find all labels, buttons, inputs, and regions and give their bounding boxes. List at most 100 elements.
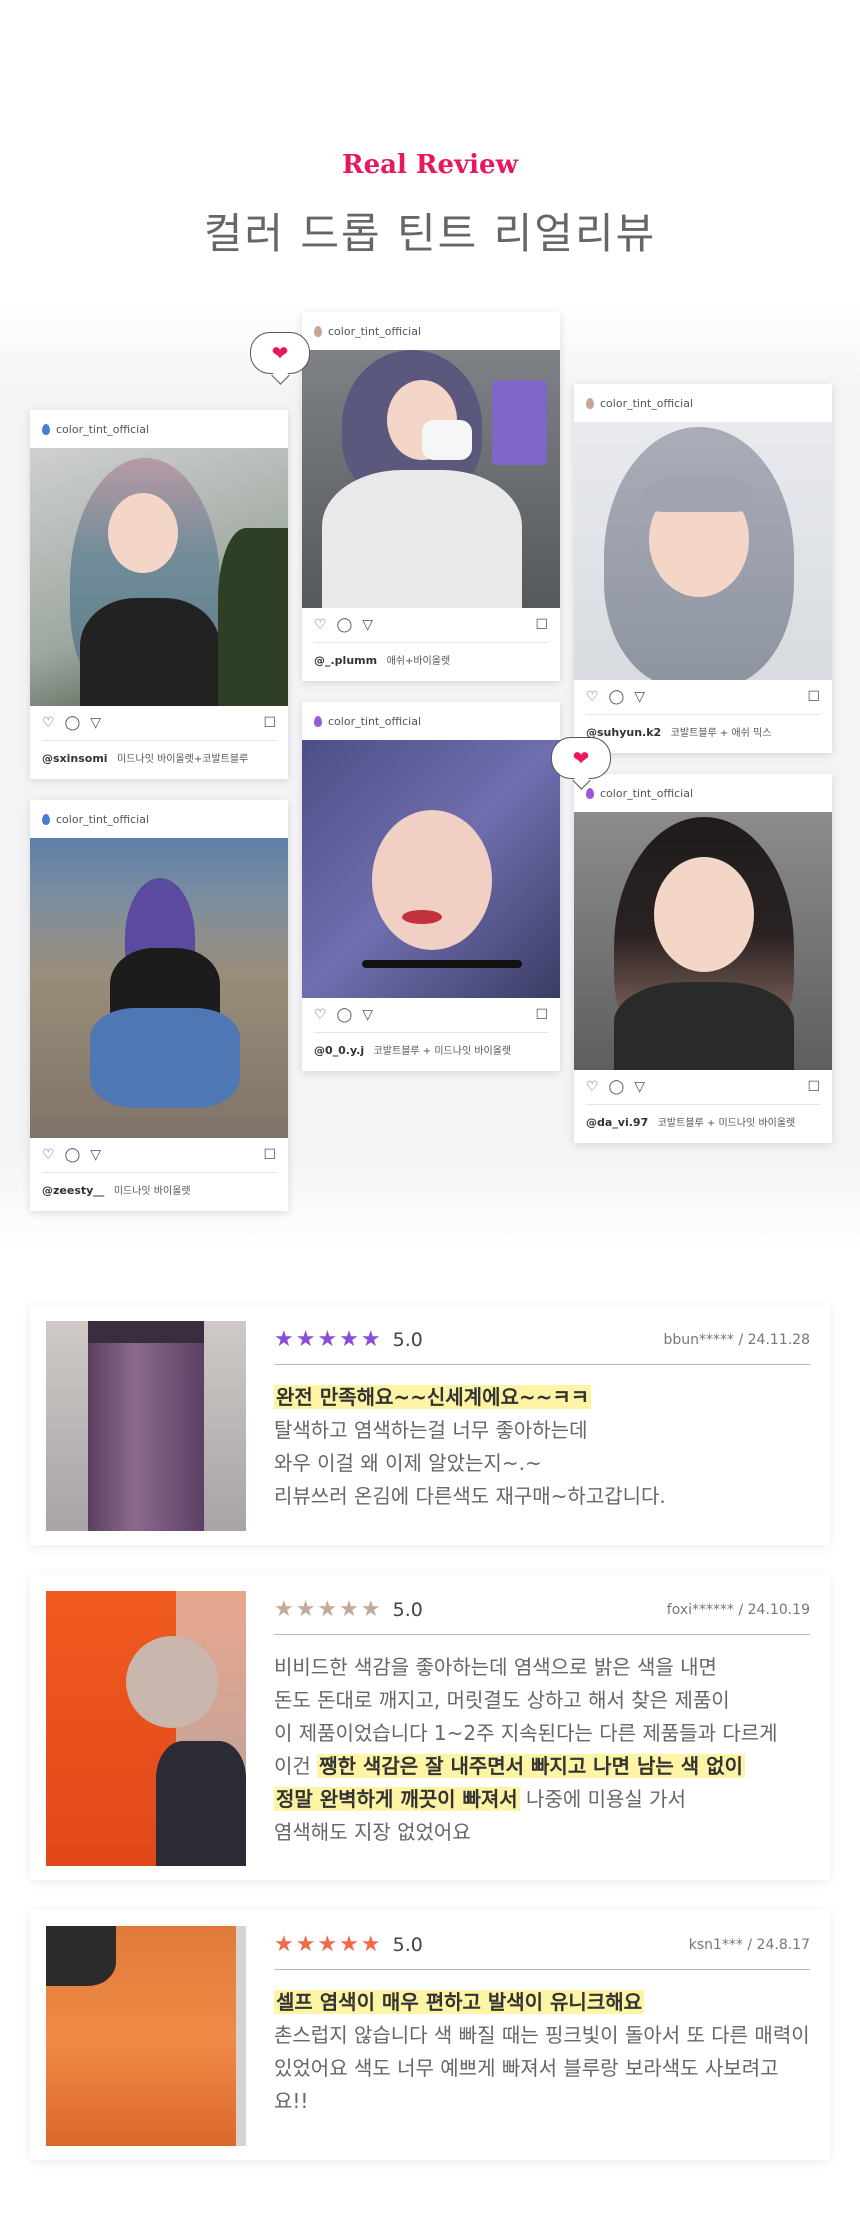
review-card: ★★★★★ 5.0 bbun***** / 24.11.28 완전 만족해요~~…	[30, 1305, 830, 1545]
comment-icon[interactable]: ◯	[609, 1079, 625, 1095]
post-caption: @0_0.y.j 코발트블루 + 미드나잇 바이올렛	[314, 1032, 548, 1071]
post-photo	[302, 350, 560, 608]
review-header: ★★★★★ 5.0 foxi****** / 24.10.19	[274, 1597, 810, 1635]
post-actions: ♡ ◯ ▽ ☐	[574, 680, 832, 714]
post-header: color_tint_official	[574, 384, 832, 422]
comment-icon[interactable]: ◯	[65, 715, 81, 731]
post-header: color_tint_official	[30, 410, 288, 448]
post-caption: @sxinsomi 미드나잇 바이올렛+코발트블루	[42, 740, 276, 779]
review-meta: ksn1*** / 24.8.17	[688, 1936, 810, 1953]
review-line: 이건	[274, 1754, 318, 1778]
post-username[interactable]: @_.plumm	[314, 654, 377, 667]
bookmark-icon[interactable]: ☐	[535, 1007, 548, 1023]
review-text: 완전 만족해요~~신세계에요~~ㅋㅋ 탈색하고 염색하는걸 너무 좋아하는데 와…	[274, 1381, 810, 1513]
post-account: color_tint_official	[328, 714, 422, 728]
like-heart-icon[interactable]: ♡	[314, 1007, 327, 1023]
instagram-post[interactable]: color_tint_official ♡ ◯ ▽ ☐ @suhyun.k2 코…	[574, 384, 832, 753]
post-caption: @zeesty__ 미드나잇 바이올렛	[42, 1172, 276, 1211]
post-account: color_tint_official	[328, 324, 422, 338]
review-meta: foxi****** / 24.10.19	[666, 1601, 810, 1618]
section-title: 컬러 드롭 틴트 리얼리뷰	[203, 209, 657, 258]
brand-drop-icon	[586, 397, 594, 409]
instagram-post[interactable]: color_tint_official ♡ ◯ ▽ ☐ @0_0.y.j 코발트…	[302, 702, 560, 1071]
post-header: color_tint_official	[302, 702, 560, 740]
post-caption: @_.plumm 애쉬+바이올렛	[314, 642, 548, 681]
review-text: 비비드한 색감을 좋아하는데 염색으로 밝은 색을 내면 돈도 돈대로 깨지고,…	[274, 1651, 810, 1849]
instagram-post[interactable]: color_tint_official ♡ ◯ ▽ ☐ @_.plumm 애쉬+…	[302, 312, 560, 681]
post-caption: @da_vi.97 코발트블루 + 미드나잇 바이올렛	[586, 1104, 820, 1143]
post-actions: ♡ ◯ ▽ ☐	[302, 998, 560, 1032]
post-tags: 애쉬+바이올렛	[386, 656, 451, 667]
bookmark-icon[interactable]: ☐	[263, 715, 276, 731]
instagram-post[interactable]: color_tint_official ♡ ◯ ▽ ☐ @sxinsomi 미드…	[30, 410, 288, 779]
section-eyebrow: Real Review	[342, 150, 518, 180]
post-actions: ♡ ◯ ▽ ☐	[30, 1138, 288, 1172]
review-highlight: 완전 만족해요~~신세계에요~~ㅋㅋ	[274, 1385, 592, 1409]
review-card: ★★★★★ 5.0 foxi****** / 24.10.19 비비드한 색감을…	[30, 1575, 830, 1880]
review-header: ★★★★★ 5.0 ksn1*** / 24.8.17	[274, 1932, 810, 1970]
instagram-post[interactable]: color_tint_official ♡ ◯ ▽ ☐ @zeesty__ 미드…	[30, 800, 288, 1211]
share-icon[interactable]: ▽	[90, 715, 101, 731]
post-tags: 코발트블루 + 미드나잇 바이올렛	[657, 1118, 796, 1129]
post-username[interactable]: @da_vi.97	[586, 1116, 648, 1129]
review-meta: bbun***** / 24.11.28	[663, 1331, 810, 1348]
post-header: color_tint_official	[30, 800, 288, 838]
post-tags: 코발트블루 + 미드나잇 바이올렛	[373, 1046, 512, 1057]
review-line: 탈색하고 염색하는걸 너무 좋아하는데	[274, 1418, 588, 1442]
like-heart-icon[interactable]: ♡	[42, 715, 55, 731]
bookmark-icon[interactable]: ☐	[263, 1147, 276, 1163]
post-tags: 미드나잇 바이올렛+코발트블루	[117, 754, 249, 765]
brand-drop-icon	[314, 715, 322, 727]
review-line: 와우 이걸 왜 이제 알았는지~.~	[274, 1451, 542, 1475]
bookmark-icon[interactable]: ☐	[807, 1079, 820, 1095]
review-card: ★★★★★ 5.0 ksn1*** / 24.8.17 셀프 염색이 매우 편하…	[30, 1910, 830, 2160]
post-actions: ♡ ◯ ▽ ☐	[302, 608, 560, 642]
comment-icon[interactable]: ◯	[65, 1147, 81, 1163]
review-content: ★★★★★ 5.0 foxi****** / 24.10.19 비비드한 색감을…	[274, 1597, 810, 1849]
post-tags: 코발트블루 + 애쉬 믹스	[670, 728, 772, 739]
bookmark-icon[interactable]: ☐	[807, 689, 820, 705]
review-highlight: 정말 완벽하게 깨끗이 빠져서	[274, 1787, 520, 1811]
rating-score: 5.0	[392, 1933, 423, 1956]
like-heart-icon[interactable]: ♡	[314, 617, 327, 633]
review-photo	[46, 1321, 246, 1531]
review-line: 이 제품이었습니다 1~2주 지속된다는 다른 제품들과 다르게	[274, 1721, 778, 1745]
bookmark-icon[interactable]: ☐	[535, 617, 548, 633]
comment-icon[interactable]: ◯	[609, 689, 625, 705]
review-content: ★★★★★ 5.0 bbun***** / 24.11.28 완전 만족해요~~…	[274, 1327, 810, 1513]
post-username[interactable]: @zeesty__	[42, 1184, 104, 1197]
review-line: 돈도 돈대로 깨지고, 머릿결도 상하고 해서 찾은 제품이	[274, 1688, 730, 1712]
instagram-post[interactable]: color_tint_official ♡ ◯ ▽ ☐ @da_vi.97 코발…	[574, 774, 832, 1143]
rating-stars: ★★★★★	[274, 1597, 383, 1622]
review-line: 염색해도 지장 없었어요	[274, 1820, 471, 1844]
like-heart-icon[interactable]: ♡	[586, 1079, 599, 1095]
review-highlight: 셀프 염색이 매우 편하고 발색이 유니크해요	[274, 1990, 645, 2014]
post-caption: @suhyun.k2 코발트블루 + 애쉬 믹스	[586, 714, 820, 753]
review-photo	[46, 1591, 246, 1866]
review-content: ★★★★★ 5.0 ksn1*** / 24.8.17 셀프 염색이 매우 편하…	[274, 1932, 810, 2118]
share-icon[interactable]: ▽	[634, 1079, 645, 1095]
comment-icon[interactable]: ◯	[337, 617, 353, 633]
like-heart-icon[interactable]: ♡	[42, 1147, 55, 1163]
brand-drop-icon	[586, 787, 594, 799]
share-icon[interactable]: ▽	[634, 689, 645, 705]
review-highlight: 쨍한 색감은 잘 내주면서 빠지고 나면 남는 색 없이	[317, 1754, 745, 1778]
heart-bubble-icon: ❤	[551, 737, 611, 779]
comment-icon[interactable]: ◯	[337, 1007, 353, 1023]
post-account: color_tint_official	[56, 812, 150, 826]
share-icon[interactable]: ▽	[90, 1147, 101, 1163]
post-account: color_tint_official	[600, 786, 694, 800]
brand-drop-icon	[314, 325, 322, 337]
share-icon[interactable]: ▽	[362, 1007, 373, 1023]
like-heart-icon[interactable]: ♡	[586, 689, 599, 705]
post-photo	[30, 838, 288, 1138]
review-line: 비비드한 색감을 좋아하는데 염색으로 밝은 색을 내면	[274, 1655, 717, 1679]
review-line: 리뷰쓰러 온김에 다른색도 재구매~하고갑니다.	[274, 1484, 666, 1508]
post-account: color_tint_official	[56, 422, 150, 436]
post-username[interactable]: @sxinsomi	[42, 752, 108, 765]
post-username[interactable]: @0_0.y.j	[314, 1044, 364, 1057]
post-photo	[574, 422, 832, 680]
review-header: ★★★★★ 5.0 bbun***** / 24.11.28	[274, 1327, 810, 1365]
share-icon[interactable]: ▽	[362, 617, 373, 633]
post-photo	[574, 812, 832, 1070]
